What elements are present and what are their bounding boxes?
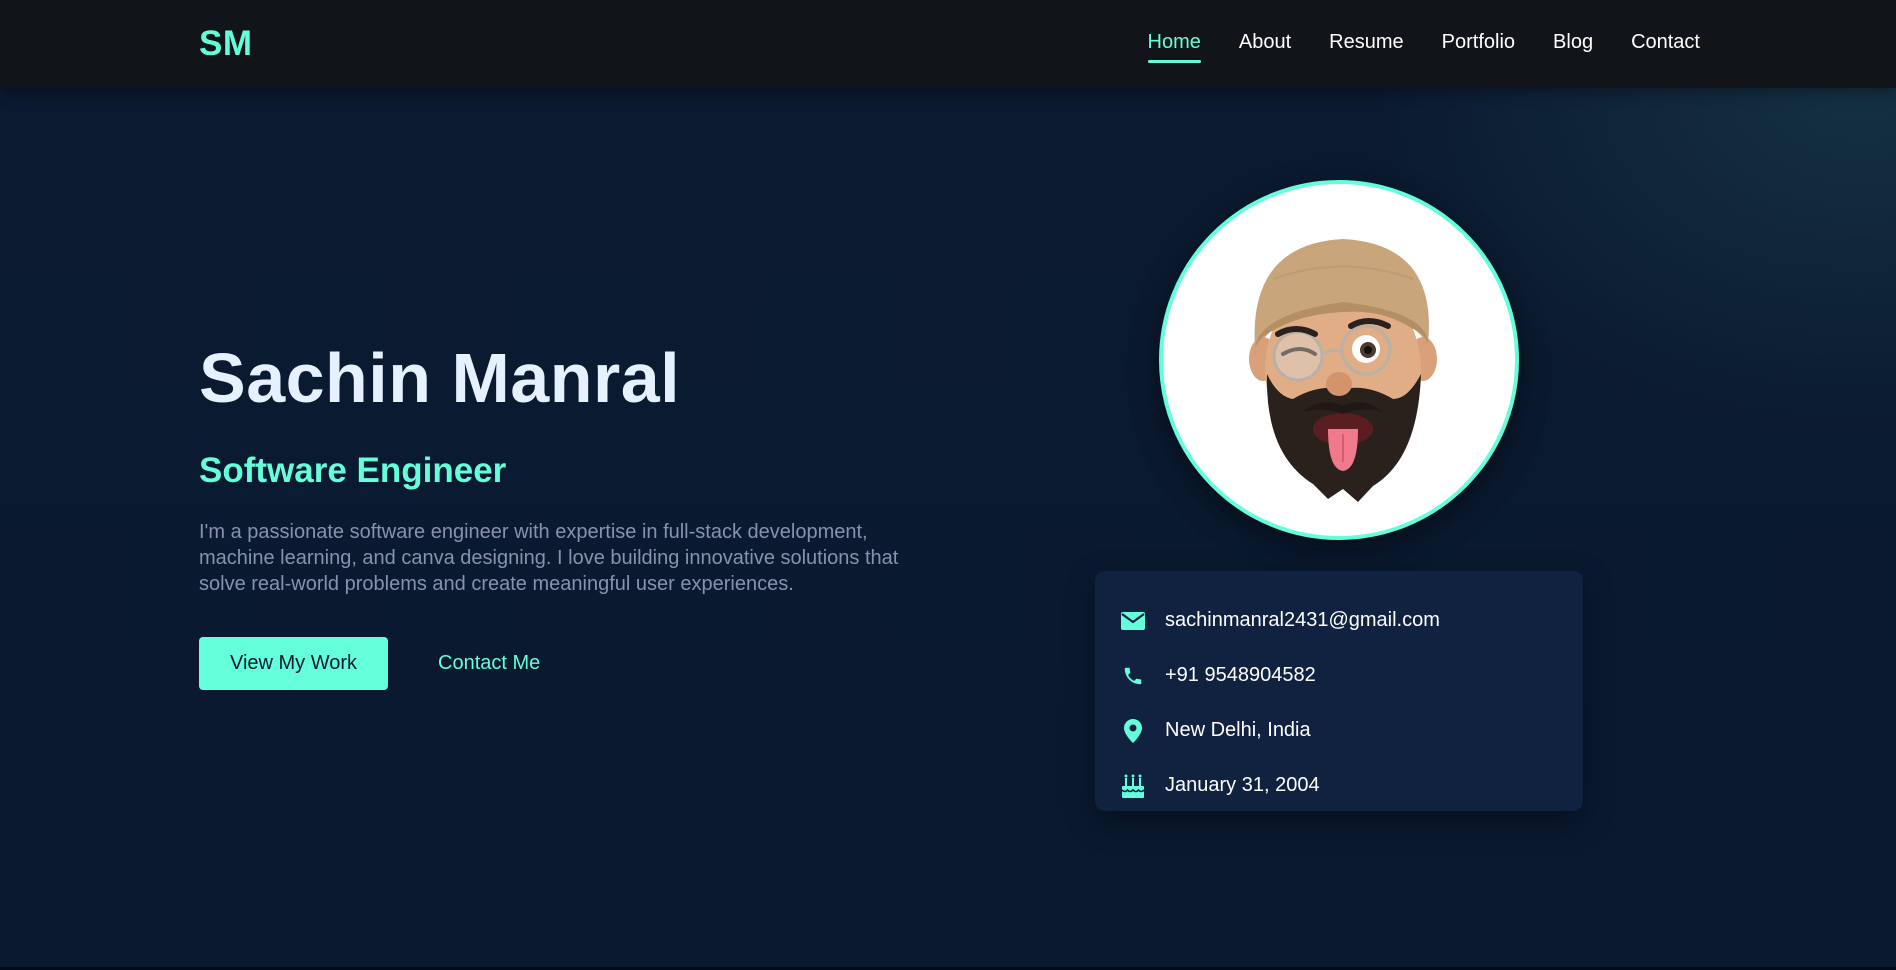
contact-phone[interactable]: +91 9548904582 bbox=[1165, 664, 1316, 687]
envelope-icon bbox=[1119, 607, 1147, 635]
site-logo[interactable]: SM bbox=[199, 24, 253, 64]
contact-info-card: sachinmanral2431@gmail.com +91 954890458… bbox=[1095, 571, 1583, 811]
nav-link-blog[interactable]: Blog bbox=[1553, 31, 1593, 60]
nav-link-home[interactable]: Home bbox=[1147, 31, 1202, 63]
view-my-work-button[interactable]: View My Work bbox=[199, 637, 388, 690]
map-pin-icon bbox=[1119, 717, 1147, 745]
contact-email-row: sachinmanral2431@gmail.com bbox=[1095, 593, 1583, 648]
contact-birthday: January 31, 2004 bbox=[1165, 774, 1320, 796]
navbar: SM Home About Resume Portfolio Blog Cont… bbox=[0, 0, 1896, 88]
contact-location: New Delhi, India bbox=[1165, 719, 1311, 741]
hero-name: Sachin Manral bbox=[199, 339, 681, 417]
nav-link-portfolio[interactable]: Portfolio bbox=[1442, 31, 1515, 60]
contact-birthday-row: January 31, 2004 bbox=[1095, 758, 1583, 813]
avatar bbox=[1159, 180, 1519, 540]
hero-bio: I'm a passionate software engineer with … bbox=[199, 521, 899, 595]
phone-icon bbox=[1119, 662, 1147, 690]
hero-role: Software Engineer bbox=[199, 451, 507, 490]
birthday-cake-icon bbox=[1119, 772, 1147, 800]
nav-links: Home About Resume Portfolio Blog Contact bbox=[1147, 31, 1700, 63]
hero-actions: View My Work Contact Me bbox=[199, 637, 929, 690]
contact-location-row: New Delhi, India bbox=[1095, 703, 1583, 758]
contact-email[interactable]: sachinmanral2431@gmail.com bbox=[1165, 609, 1440, 632]
nav-link-about[interactable]: About bbox=[1239, 31, 1291, 60]
memoji-avatar-image bbox=[1249, 239, 1437, 502]
nav-link-contact[interactable]: Contact bbox=[1631, 31, 1700, 60]
contact-me-button[interactable]: Contact Me bbox=[438, 652, 540, 675]
nav-link-resume[interactable]: Resume bbox=[1329, 31, 1403, 60]
contact-phone-row: +91 9548904582 bbox=[1095, 648, 1583, 703]
hero-section: Sachin Manral Software Engineer I'm a pa… bbox=[199, 338, 929, 690]
